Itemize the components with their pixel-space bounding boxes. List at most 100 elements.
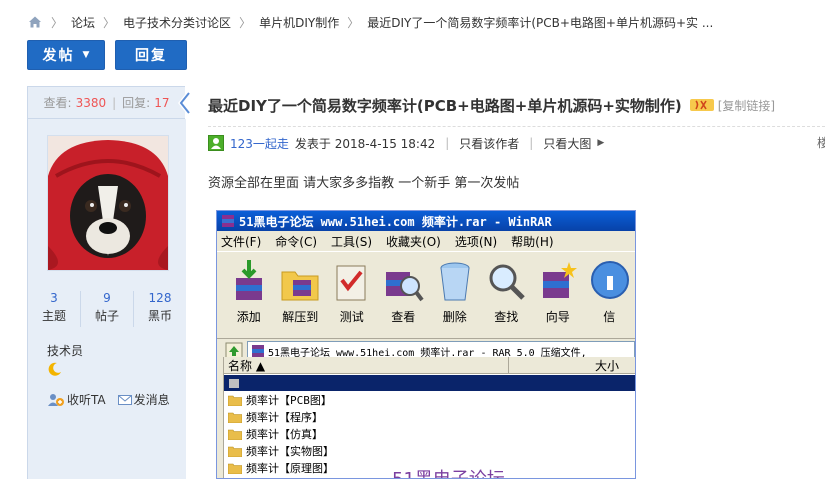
- post-date: 发表于 2018-4-15 18:42: [294, 136, 436, 151]
- info-icon: [591, 261, 630, 299]
- menu-tools[interactable]: 工具(S): [331, 233, 372, 250]
- stat-label: 黑币: [147, 309, 172, 323]
- column-name-label: 名称: [228, 359, 253, 373]
- menu-commands[interactable]: 命令(C): [275, 233, 317, 250]
- parent-folder-icon: [229, 379, 239, 388]
- breadcrumb: 〉 论坛 〉 电子技术分类讨论区 〉 单片机DIY制作 〉 最近DIY了一个简易…: [27, 12, 713, 32]
- tool-info[interactable]: 信: [584, 252, 636, 325]
- tool-label: 向导: [545, 310, 570, 324]
- divider: [208, 126, 825, 127]
- replies-label: 回复:: [122, 96, 151, 110]
- tool-wizard[interactable]: 向导: [532, 252, 584, 325]
- stat-posts[interactable]: 9 帖子: [81, 291, 134, 327]
- tool-label: 删除: [442, 310, 467, 324]
- file-row-parent[interactable]: [224, 375, 635, 391]
- menu-help[interactable]: 帮助(H): [511, 233, 553, 250]
- stat-threads[interactable]: 3 主题: [28, 291, 81, 327]
- tool-test[interactable]: 测试: [326, 252, 378, 325]
- winrar-menubar: 文件(F) 命令(C) 工具(S) 收藏夹(O) 选项(N) 帮助(H): [217, 231, 635, 251]
- thread-title: 最近DIY了一个简易数字频率计(PCB+电路图+单片机源码+实物制作): [208, 96, 682, 115]
- reply-button[interactable]: 回复: [115, 40, 187, 70]
- divider: |: [112, 95, 117, 110]
- caret-down-icon: ▼: [82, 50, 90, 60]
- views-label: 查看:: [43, 96, 72, 110]
- author-actions: 收听TA 发消息: [47, 391, 170, 408]
- file-name: 频率计【实物图】: [246, 444, 334, 458]
- tool-label: 解压到: [282, 310, 319, 324]
- menu-options[interactable]: 选项(N): [455, 233, 497, 250]
- extract-icon: [281, 271, 319, 301]
- winrar-title: 51黑电子论坛 www.51hei.com 频率计.rar - WinRAR: [239, 214, 552, 229]
- copy-link[interactable]: [复制链接]: [718, 97, 775, 114]
- user-rank: 技术员: [47, 344, 84, 358]
- menu-favorites[interactable]: 收藏夹(O): [386, 233, 441, 250]
- only-author-link[interactable]: 只看该作者: [459, 135, 519, 152]
- delete-icon: [440, 262, 470, 301]
- column-name[interactable]: 名称 ▲: [224, 357, 509, 373]
- breadcrumb-category[interactable]: 电子技术分类讨论区: [123, 14, 231, 31]
- breadcrumb-thread[interactable]: 最近DIY了一个简易数字频率计(PCB+电路图+单片机源码+实 ...: [367, 14, 713, 31]
- column-size[interactable]: 大小: [509, 357, 625, 373]
- add-archive-icon: [235, 260, 262, 300]
- stat-label: 主题: [41, 309, 66, 323]
- thread-counts: 查看: 3380 | 回复: 17: [27, 86, 185, 119]
- folder-icon: [228, 463, 242, 474]
- folder-icon: [228, 446, 242, 457]
- file-row[interactable]: 频率计【仿真】: [224, 425, 635, 442]
- watermark: 51黑电子论坛: [392, 465, 505, 478]
- stat-label: 帖子: [94, 309, 119, 323]
- breadcrumb-board[interactable]: 单片机DIY制作: [259, 14, 339, 31]
- stat-coins[interactable]: 128 黑币: [134, 291, 186, 327]
- avatar[interactable]: [47, 135, 169, 271]
- follow-link[interactable]: 收听TA: [47, 391, 106, 408]
- replies-count: 17: [154, 95, 170, 110]
- post-body: 资源全部在里面 请大家多多指教 一个新手 第一次发帖: [208, 176, 520, 191]
- file-row[interactable]: 频率计【实物图】: [224, 442, 635, 459]
- file-row[interactable]: 频率计【PCB图】: [224, 391, 635, 408]
- new-post-label: 发帖: [42, 48, 75, 64]
- menu-file[interactable]: 文件(F): [221, 233, 261, 250]
- reply-label: 回复: [135, 48, 167, 64]
- tool-view[interactable]: 查看: [378, 252, 430, 325]
- home-icon[interactable]: [27, 14, 43, 30]
- stat-value: 128: [148, 291, 172, 305]
- views-count: 3380: [75, 95, 107, 110]
- tool-label: 信: [603, 310, 616, 324]
- chevron-right-icon: 〉: [103, 15, 116, 30]
- tool-label: 查看: [391, 310, 416, 324]
- stat-value: 3: [50, 291, 58, 305]
- send-message-link[interactable]: 发消息: [117, 391, 170, 408]
- file-row[interactable]: 频率计【程序】: [224, 408, 635, 425]
- file-name: 频率计【程序】: [246, 410, 323, 424]
- tool-delete[interactable]: 删除: [429, 252, 481, 325]
- tool-add[interactable]: 添加: [223, 252, 275, 325]
- author-stats: 3 主题 9 帖子 128 黑币: [28, 291, 186, 327]
- stat-value: 9: [103, 291, 111, 305]
- big-image-link[interactable]: 只看大图: [543, 135, 591, 152]
- tool-extract[interactable]: 解压到: [275, 252, 327, 325]
- chevron-right-icon: 〉: [239, 15, 252, 30]
- tool-label: 测试: [339, 310, 364, 324]
- author-link[interactable]: 123一起走: [230, 135, 289, 152]
- folder-icon: [228, 429, 242, 440]
- thread-header: 最近DIY了一个简易数字频率计(PCB+电路图+单片机源码+实物制作) [复制链…: [208, 95, 775, 115]
- hot-thread-icon: [689, 99, 714, 111]
- breadcrumb-forum[interactable]: 论坛: [71, 14, 95, 31]
- post-image-winrar[interactable]: 51黑电子论坛 www.51hei.com 频率计.rar - WinRAR 文…: [216, 210, 636, 479]
- tool-find[interactable]: 查找: [481, 252, 533, 325]
- new-post-button[interactable]: 发帖 ▼: [27, 40, 105, 70]
- view-icon: [386, 272, 424, 302]
- user-online-icon: [208, 135, 224, 151]
- tool-label: 添加: [236, 310, 261, 324]
- winrar-title-bar: 51黑电子论坛 www.51hei.com 频率计.rar - WinRAR: [217, 211, 635, 231]
- follow-label: 收听TA: [67, 393, 106, 407]
- floor-label: 楼: [817, 136, 825, 150]
- chevron-right-icon: 〉: [51, 15, 64, 30]
- winrar-file-list: 名称 ▲ 大小 频率计【PCB图】 频率计【程序】 频率计【仿真】 频率计【实物…: [223, 357, 635, 478]
- tool-label: 查找: [494, 310, 519, 324]
- moon-icon: [48, 362, 61, 376]
- file-list-header: 名称 ▲ 大小: [224, 357, 635, 374]
- post-meta: 123一起走 发表于 2018-4-15 18:42 | 只看该作者 | 只看大…: [208, 134, 604, 152]
- triangle-right-icon[interactable]: ▶: [597, 138, 604, 148]
- test-icon: [336, 265, 366, 301]
